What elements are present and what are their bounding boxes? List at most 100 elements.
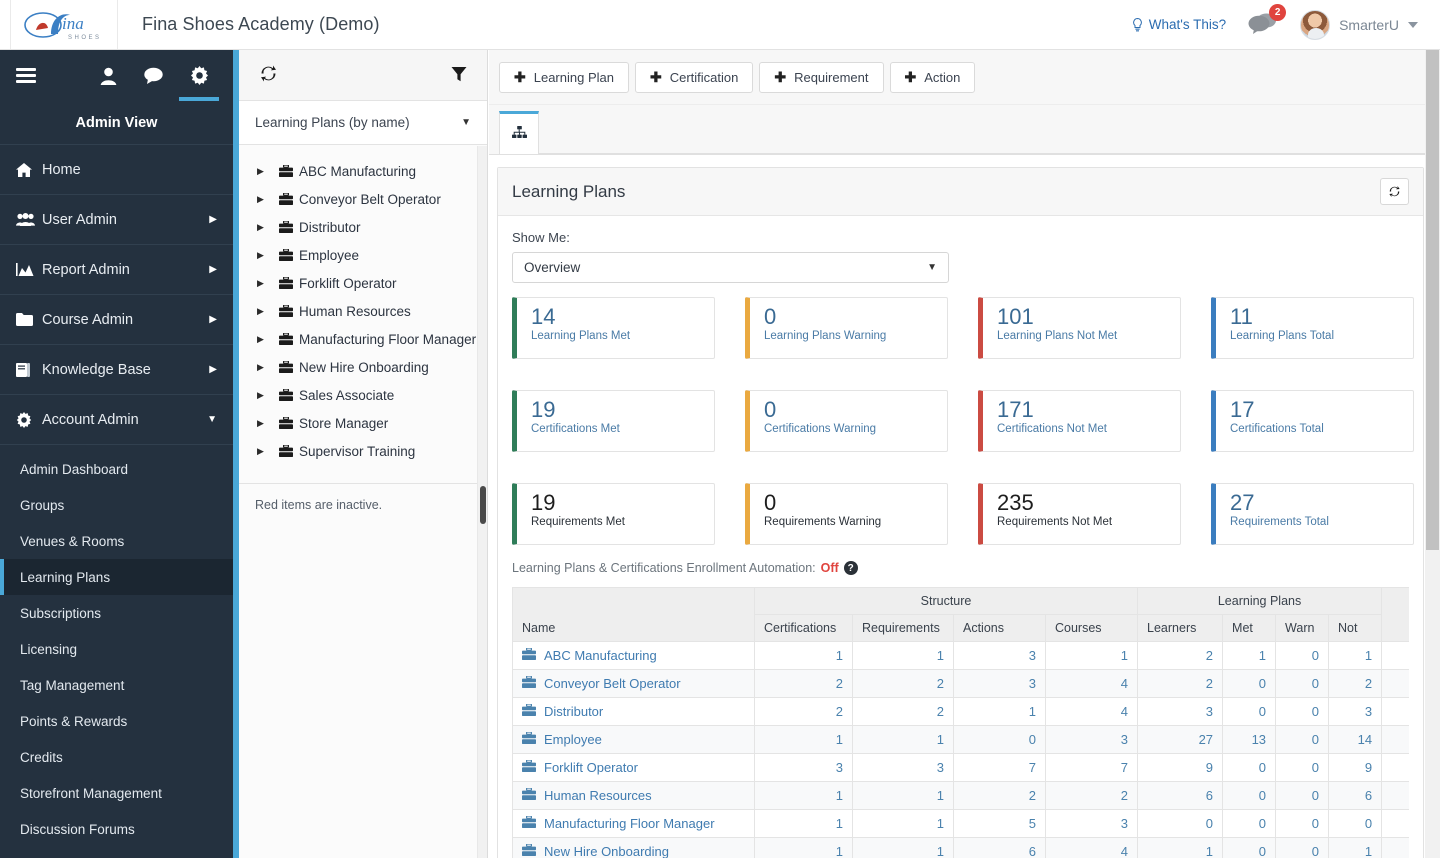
expand-arrow-icon[interactable]: ▶ — [257, 166, 279, 177]
table-row[interactable]: Employee 1 1 0 3 27 13 0 14 — [512, 725, 1409, 754]
sidebar-item-subscriptions[interactable]: Subscriptions — [0, 595, 233, 631]
add-certification-button[interactable]: ✚ Certification — [634, 61, 754, 93]
whats-this-button[interactable]: What's This? — [1132, 17, 1226, 32]
row-name-link[interactable]: Manufacturing Floor Manager — [522, 815, 745, 831]
sidebar-item-course-admin[interactable]: Course Admin ▶ — [0, 295, 233, 345]
sidebar-item-points-rewards[interactable]: Points & Rewards — [0, 703, 233, 739]
expand-arrow-icon[interactable]: ▶ — [257, 306, 279, 317]
tree-item[interactable]: ▶ Supervisor Training — [239, 437, 487, 465]
tree-scrollbar-thumb[interactable] — [480, 486, 486, 524]
table-row[interactable]: Distributor 2 2 1 4 3 0 0 3 — [512, 697, 1409, 726]
tab-learning-plans[interactable] — [499, 111, 539, 154]
stat-card-requirements-warning[interactable]: 0 Requirements Warning — [745, 483, 948, 545]
expand-arrow-icon[interactable]: ▶ — [257, 278, 279, 289]
row-name-link[interactable]: Conveyor Belt Operator — [522, 675, 745, 691]
tree-item[interactable]: ▶ Distributor — [239, 213, 487, 241]
column-header-requirements[interactable]: Requirements — [852, 614, 954, 642]
column-header-met[interactable]: Met — [1222, 614, 1277, 642]
tree-item[interactable]: ▶ Store Manager — [239, 409, 487, 437]
expand-arrow-icon[interactable]: ▶ — [257, 194, 279, 205]
stat-card-certifications-met[interactable]: 19 Certifications Met — [512, 390, 715, 452]
row-name-link[interactable]: Employee — [522, 731, 745, 747]
column-header-learners[interactable]: Learners — [1137, 614, 1224, 642]
refresh-icon[interactable] — [259, 64, 278, 86]
expand-arrow-icon[interactable]: ▶ — [257, 418, 279, 429]
tree-item[interactable]: ▶ Forklift Operator — [239, 269, 487, 297]
column-header-certifications[interactable]: Certifications — [754, 614, 853, 642]
gear-icon[interactable] — [190, 66, 209, 85]
stat-card-learning-plans-warning[interactable]: 0 Learning Plans Warning — [745, 297, 948, 359]
sidebar-item-account-admin[interactable]: Account Admin ▼ — [0, 395, 233, 445]
sidebar-item-venues-rooms[interactable]: Venues & Rooms — [0, 523, 233, 559]
table-row[interactable]: Manufacturing Floor Manager 1 1 5 3 0 0 … — [512, 809, 1409, 838]
row-name-link[interactable]: New Hire Onboarding — [522, 843, 745, 858]
tree-item[interactable]: ▶ Employee — [239, 241, 487, 269]
expand-arrow-icon[interactable]: ▶ — [257, 390, 279, 401]
filter-icon[interactable] — [451, 66, 467, 85]
sidebar-item-learning-plans[interactable]: Learning Plans — [0, 559, 233, 595]
user-icon[interactable] — [100, 67, 117, 85]
stat-card-certifications-warning[interactable]: 0 Certifications Warning — [745, 390, 948, 452]
stat-card-certifications-not-met[interactable]: 171 Certifications Not Met — [978, 390, 1181, 452]
column-header-name[interactable]: Name — [512, 587, 755, 642]
tree-item[interactable]: ▶ Conveyor Belt Operator — [239, 185, 487, 213]
table-row[interactable]: New Hire Onboarding 1 1 6 4 1 0 0 1 — [512, 837, 1409, 858]
tree-selector[interactable]: Learning Plans (by name) ▼ — [239, 101, 487, 145]
stat-card-learning-plans-not-met[interactable]: 101 Learning Plans Not Met — [978, 297, 1181, 359]
stat-card-requirements-total[interactable]: 27 Requirements Total — [1211, 483, 1414, 545]
tree-item[interactable]: ▶ ABC Manufacturing — [239, 157, 487, 185]
column-header-courses[interactable]: Courses — [1044, 614, 1139, 642]
chat-icon[interactable] — [144, 67, 163, 84]
sidebar-item-knowledge-base[interactable]: Knowledge Base ▶ — [0, 345, 233, 395]
stat-card-learning-plans-met[interactable]: 14 Learning Plans Met — [512, 297, 715, 359]
table-row[interactable]: ABC Manufacturing 1 1 3 1 2 1 0 1 — [512, 641, 1409, 670]
add-requirement-button[interactable]: ✚ Requirement — [759, 61, 884, 93]
table-row[interactable]: Human Resources 1 1 2 2 6 0 0 6 — [512, 781, 1409, 810]
sidebar-item-user-admin[interactable]: User Admin ▶ — [0, 195, 233, 245]
page-scrollbar-thumb[interactable] — [1426, 50, 1439, 550]
tree-item[interactable]: ▶ Manufacturing Floor Manager — [239, 325, 487, 353]
expand-arrow-icon[interactable]: ▶ — [257, 334, 279, 345]
tree-item[interactable]: ▶ Sales Associate — [239, 381, 487, 409]
tree-scrollbar[interactable] — [477, 146, 487, 858]
column-header-not[interactable]: Not — [1328, 614, 1383, 642]
question-icon[interactable]: ? — [843, 561, 858, 575]
sidebar-item-credits[interactable]: Credits — [0, 739, 233, 775]
stat-card-learning-plans-total[interactable]: 11 Learning Plans Total — [1211, 297, 1414, 359]
sidebar-item-tag-management[interactable]: Tag Management — [0, 667, 233, 703]
sidebar-item-report-admin[interactable]: Report Admin ▶ — [0, 245, 233, 295]
expand-arrow-icon[interactable]: ▶ — [257, 446, 279, 457]
stat-card-requirements-not-met[interactable]: 235 Requirements Not Met — [978, 483, 1181, 545]
column-header-actions[interactable]: Actions — [953, 614, 1046, 642]
sidebar-item-storefront-management[interactable]: Storefront Management — [0, 775, 233, 811]
show-me-select[interactable]: Overview ▼ — [512, 252, 949, 283]
menu-toggle-icon[interactable] — [16, 68, 36, 83]
user-menu[interactable]: SmarterU — [1300, 9, 1418, 40]
table-row[interactable]: Forklift Operator 3 3 7 7 9 0 0 9 — [512, 753, 1409, 782]
row-name-link[interactable]: Human Resources — [522, 787, 745, 803]
expand-arrow-icon[interactable]: ▶ — [257, 222, 279, 233]
tree-item[interactable]: ▶ Human Resources — [239, 297, 487, 325]
table-row[interactable]: Conveyor Belt Operator 2 2 3 4 2 0 0 2 — [512, 669, 1409, 698]
expand-arrow-icon[interactable]: ▶ — [257, 250, 279, 261]
tree-item[interactable]: ▶ New Hire Onboarding — [239, 353, 487, 381]
sidebar-item-home[interactable]: Home — [0, 145, 233, 195]
stat-card-certifications-total[interactable]: 17 Certifications Total — [1211, 390, 1414, 452]
add-action-button[interactable]: ✚ Action — [889, 61, 976, 93]
sidebar-item-admin-dashboard[interactable]: Admin Dashboard — [0, 451, 233, 487]
admin-view-label: Admin View — [0, 101, 233, 145]
sidebar-item-groups[interactable]: Groups — [0, 487, 233, 523]
panel-refresh-button[interactable] — [1380, 178, 1409, 205]
add-learning-plan-button[interactable]: ✚ Learning Plan — [499, 61, 629, 93]
expand-arrow-icon[interactable]: ▶ — [257, 362, 279, 373]
row-name-link[interactable]: Forklift Operator — [522, 759, 745, 775]
brand-logo[interactable]: ina SHOES — [10, 0, 118, 49]
messages-button[interactable]: 2 — [1248, 4, 1287, 38]
sidebar-item-discussion-forums[interactable]: Discussion Forums — [0, 811, 233, 847]
row-name-link[interactable]: ABC Manufacturing — [522, 647, 745, 663]
page-scrollbar[interactable] — [1425, 50, 1440, 858]
row-name-link[interactable]: Distributor — [522, 703, 745, 719]
sidebar-item-licensing[interactable]: Licensing — [0, 631, 233, 667]
column-header-warn[interactable]: Warn — [1275, 614, 1330, 642]
stat-card-requirements-met[interactable]: 19 Requirements Met — [512, 483, 715, 545]
